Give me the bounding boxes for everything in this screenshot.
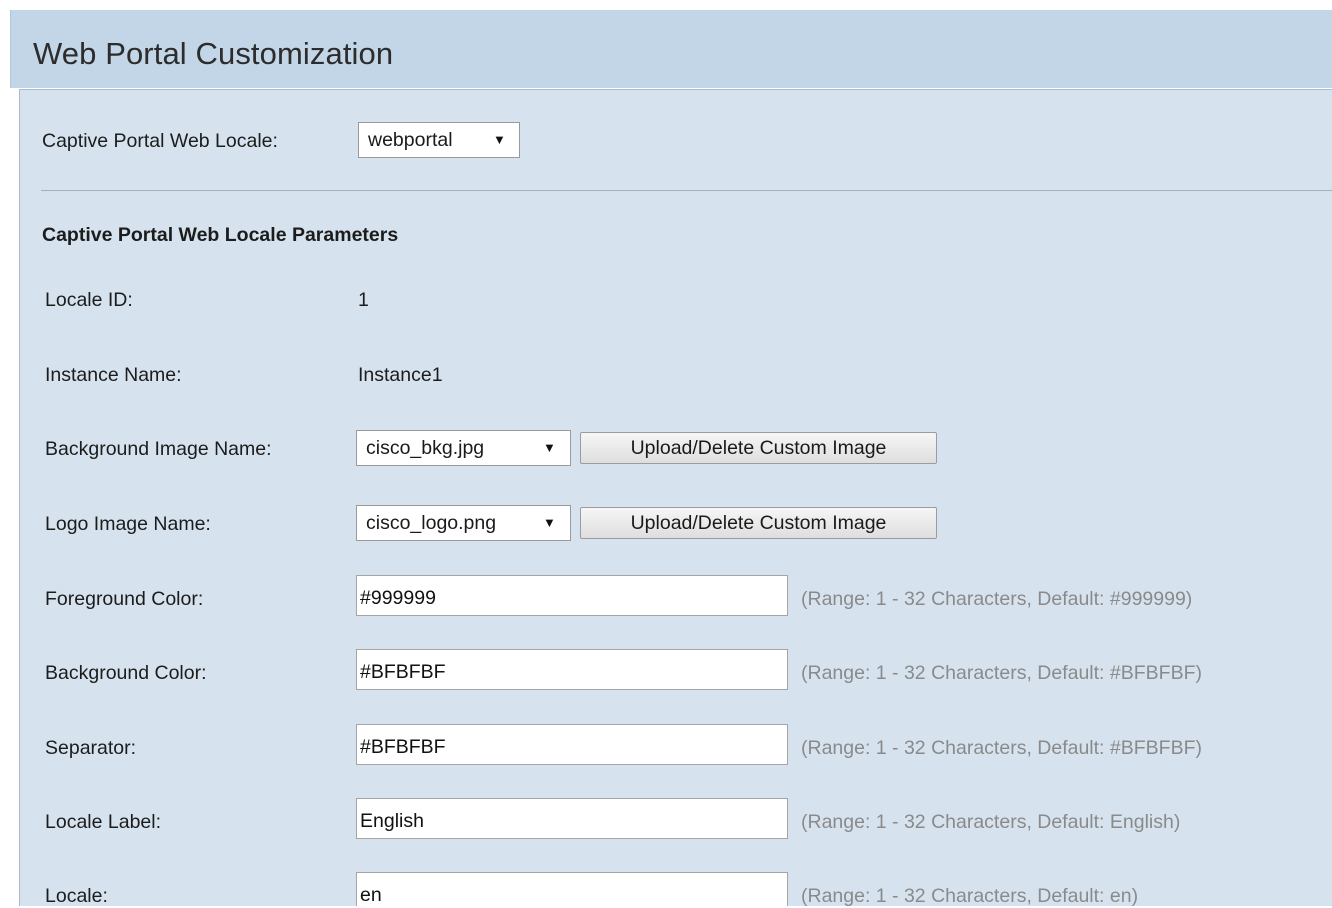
chevron-down-icon: ▼: [543, 440, 556, 455]
foreground-color-input[interactable]: #999999: [356, 575, 788, 616]
background-image-select[interactable]: cisco_bkg.jpg ▼: [356, 430, 571, 466]
background-image-value: cisco_bkg.jpg: [366, 437, 485, 459]
separator-label: Separator:: [45, 737, 137, 759]
locale-id-value: 1: [358, 289, 369, 311]
separator-input[interactable]: #BFBFBF: [356, 724, 788, 765]
locale-label-hint: (Range: 1 - 32 Characters, Default: Engl…: [801, 811, 1181, 833]
foreground-color-hint: (Range: 1 - 32 Characters, Default: #999…: [801, 588, 1193, 610]
chevron-down-icon: ▼: [543, 515, 556, 530]
locale-label-label: Locale Label:: [45, 811, 162, 833]
locale-hint: (Range: 1 - 32 Characters, Default: en): [801, 885, 1139, 907]
locale-select[interactable]: webportal ▼: [358, 122, 520, 158]
background-color-hint: (Range: 1 - 32 Characters, Default: #BFB…: [801, 662, 1202, 684]
page-header: Web Portal Customization: [10, 10, 1332, 88]
logo-image-select[interactable]: cisco_logo.png ▼: [356, 505, 571, 541]
locale-field-label: Locale:: [45, 885, 108, 907]
foreground-color-label: Foreground Color:: [45, 588, 204, 610]
locale-id-label: Locale ID:: [45, 289, 133, 311]
section-heading: Captive Portal Web Locale Parameters: [42, 224, 399, 246]
instance-name-label: Instance Name:: [45, 364, 182, 386]
instance-name-value: Instance1: [358, 364, 443, 386]
customization-panel: [19, 89, 1332, 906]
chevron-down-icon: ▼: [493, 132, 506, 147]
locale-label-input[interactable]: English: [356, 798, 788, 839]
separator-hint: (Range: 1 - 32 Characters, Default: #BFB…: [801, 737, 1202, 759]
locale-input[interactable]: en: [356, 872, 788, 906]
logo-image-value: cisco_logo.png: [366, 512, 497, 534]
background-color-input[interactable]: #BFBFBF: [356, 649, 788, 690]
upload-background-image-button[interactable]: Upload/Delete Custom Image: [580, 432, 937, 464]
locale-select-label: Captive Portal Web Locale:: [42, 130, 278, 152]
logo-image-label: Logo Image Name:: [45, 513, 211, 535]
section-divider: [41, 190, 1332, 191]
background-color-label: Background Color:: [45, 662, 207, 684]
background-image-label: Background Image Name:: [45, 438, 272, 460]
upload-logo-image-button[interactable]: Upload/Delete Custom Image: [580, 507, 937, 539]
page-title: Web Portal Customization: [33, 36, 394, 71]
locale-select-value: webportal: [368, 129, 453, 151]
